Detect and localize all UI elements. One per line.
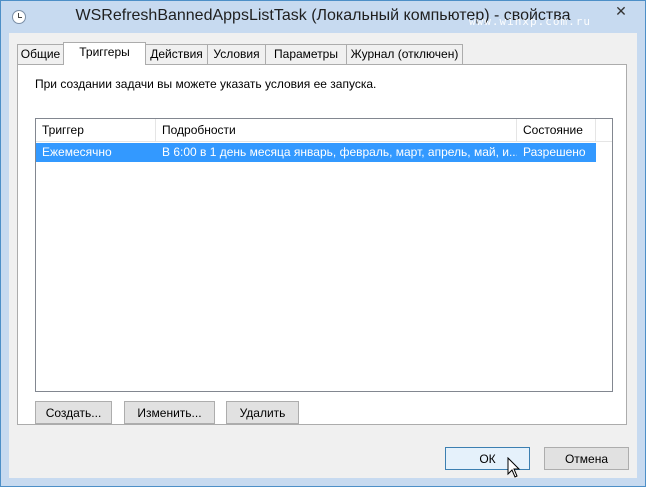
mouse-cursor-icon — [507, 457, 521, 478]
cell-status: Разрешено — [523, 145, 586, 159]
close-icon: ✕ — [615, 3, 627, 19]
cell-details: В 6:00 в 1 день месяца январь, февраль, … — [162, 145, 517, 159]
tab-actions[interactable]: Действия — [145, 44, 208, 64]
cancel-button[interactable]: Отмена — [544, 447, 629, 470]
triggers-description: При создании задачи вы можете указать ус… — [35, 77, 377, 91]
triggers-list[interactable]: Триггер Подробности Состояние Ежемесячно… — [35, 118, 613, 392]
table-row[interactable]: Ежемесячно В 6:00 в 1 день месяца январь… — [36, 143, 596, 162]
properties-dialog: WSRefreshBannedAppsListTask (Локальный к… — [0, 0, 646, 487]
list-header: Триггер Подробности Состояние — [36, 119, 612, 142]
triggers-panel: При создании задачи вы можете указать ус… — [17, 64, 627, 425]
tab-triggers[interactable]: Триггеры — [63, 42, 146, 65]
column-header-status[interactable]: Состояние — [517, 119, 596, 141]
column-header-trigger[interactable]: Триггер — [36, 119, 156, 141]
tab-general[interactable]: Общие — [17, 44, 64, 64]
edit-trigger-button[interactable]: Изменить... — [124, 401, 215, 424]
tab-conditions[interactable]: Условия — [207, 44, 266, 64]
column-header-details[interactable]: Подробности — [156, 119, 517, 141]
title-bar[interactable]: WSRefreshBannedAppsListTask (Локальный к… — [1, 1, 645, 33]
close-button[interactable]: ✕ — [600, 1, 642, 22]
tab-settings[interactable]: Параметры — [265, 44, 347, 64]
tab-history[interactable]: Журнал (отключен) — [346, 44, 463, 64]
dialog-body: Общие Триггеры Действия Условия Параметр… — [9, 33, 637, 478]
create-trigger-button[interactable]: Создать... — [35, 401, 112, 424]
watermark-text: www.winxp.com.ru — [469, 15, 591, 28]
cell-trigger: Ежемесячно — [42, 145, 112, 159]
delete-trigger-button[interactable]: Удалить — [226, 401, 299, 424]
